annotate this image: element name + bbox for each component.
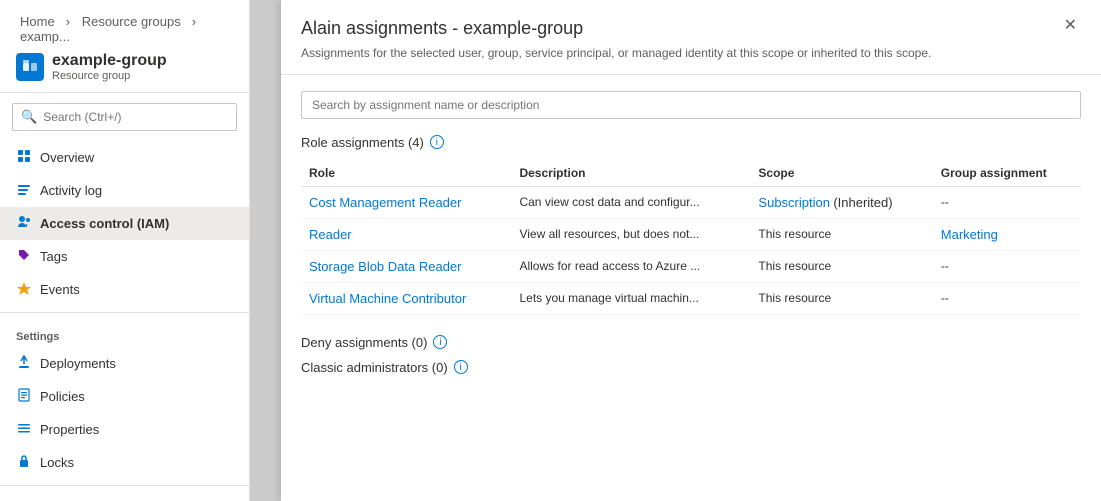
deny-assignments-section: Deny assignments (0) i: [301, 335, 1081, 350]
classic-administrators-section: Classic administrators (0) i: [301, 360, 1081, 375]
col-role: Role: [301, 160, 511, 187]
table-row: Virtual Machine Contributor Lets you man…: [301, 282, 1081, 314]
cost-section-label: Cost Management: [0, 492, 249, 501]
sidebar-item-access-control-label: Access control (IAM): [40, 216, 169, 231]
search-input[interactable]: [43, 110, 228, 124]
policies-icon: [16, 388, 32, 405]
table-row: Reader View all resources, but does not.…: [301, 218, 1081, 250]
group-2: --: [933, 250, 1081, 282]
group-0: --: [933, 186, 1081, 218]
sidebar-item-overview[interactable]: Overview: [0, 141, 249, 174]
resource-group-title: example-group Resource group: [16, 52, 233, 82]
dialog-header: Alain assignments - example-group Assign…: [281, 0, 1101, 75]
col-description: Description: [511, 160, 750, 187]
sidebar-item-properties[interactable]: Properties: [0, 413, 249, 446]
sidebar-item-access-control[interactable]: Access control (IAM): [0, 207, 249, 240]
scope-link-0[interactable]: Subscription: [758, 195, 830, 210]
sidebar-header: Home › Resource groups › examp... exampl…: [0, 0, 249, 93]
resource-type: Resource group: [52, 70, 167, 82]
col-group: Group assignment: [933, 160, 1081, 187]
role-assignments-label: Role assignments (4): [301, 135, 424, 150]
sidebar-item-locks-label: Locks: [40, 455, 74, 470]
deployments-icon: [16, 355, 32, 372]
classic-info-icon[interactable]: i: [454, 360, 468, 374]
properties-icon: [16, 421, 32, 438]
close-button[interactable]: ✕: [1060, 18, 1081, 34]
events-icon: [16, 281, 32, 298]
scope-2: This resource: [750, 250, 932, 282]
scope-suffix-0: (Inherited): [833, 195, 892, 210]
sidebar-item-policies[interactable]: Policies: [0, 380, 249, 413]
role-link-3[interactable]: Virtual Machine Contributor: [309, 291, 466, 306]
search-icon: 🔍: [21, 109, 37, 125]
sidebar-item-deployments-label: Deployments: [40, 356, 116, 371]
description-2: Allows for read access to Azure ...: [511, 250, 750, 282]
dialog-title: Alain assignments - example-group: [301, 18, 931, 39]
breadcrumb-resource-groups[interactable]: Resource groups: [82, 14, 181, 29]
deny-info-icon[interactable]: i: [433, 335, 447, 349]
access-control-icon: [16, 215, 32, 232]
sidebar-item-tags[interactable]: Tags: [0, 240, 249, 273]
classic-administrators-label: Classic administrators (0): [301, 360, 448, 375]
description-3: Lets you manage virtual machin...: [511, 282, 750, 314]
assignment-search-input[interactable]: [301, 91, 1081, 119]
table-row: Cost Management Reader Can view cost dat…: [301, 186, 1081, 218]
settings-section-label: Settings: [0, 319, 249, 347]
sidebar: Home › Resource groups › examp... exampl…: [0, 0, 250, 501]
role-assignments-table: Role Description Scope Group assignment …: [301, 160, 1081, 315]
role-link-1[interactable]: Reader: [309, 227, 352, 242]
sidebar-item-deployments[interactable]: Deployments: [0, 347, 249, 380]
role-assignments-section: Role assignments (4) i: [301, 135, 1081, 150]
scope-3: This resource: [750, 282, 932, 314]
tags-icon: [16, 248, 32, 265]
breadcrumb-current: examp...: [20, 29, 70, 44]
table-row: Storage Blob Data Reader Allows for read…: [301, 250, 1081, 282]
role-assignments-info-icon[interactable]: i: [430, 135, 444, 149]
group-3: --: [933, 282, 1081, 314]
sidebar-item-activity-log-label: Activity log: [40, 183, 102, 198]
sidebar-item-events-label: Events: [40, 282, 80, 297]
sidebar-item-properties-label: Properties: [40, 422, 99, 437]
sidebar-item-tags-label: Tags: [40, 249, 67, 264]
sidebar-item-events[interactable]: Events: [0, 273, 249, 306]
primary-nav: Overview Activity log Access control (IA…: [0, 141, 249, 306]
sidebar-item-overview-label: Overview: [40, 150, 94, 165]
dialog-body: Role assignments (4) i Role Description …: [281, 75, 1101, 501]
resource-group-icon: [16, 53, 44, 81]
scope-0: Subscription (Inherited): [750, 186, 932, 218]
sidebar-item-activity-log[interactable]: Activity log: [0, 174, 249, 207]
scope-1: This resource: [750, 218, 932, 250]
settings-nav: Deployments Policies Properties Locks: [0, 347, 249, 479]
search-box[interactable]: 🔍: [12, 103, 237, 131]
activity-log-icon: [16, 182, 32, 199]
dialog-overlay: Alain assignments - example-group Assign…: [250, 0, 1101, 501]
sidebar-item-locks[interactable]: Locks: [0, 446, 249, 479]
role-link-2[interactable]: Storage Blob Data Reader: [309, 259, 461, 274]
breadcrumb-home[interactable]: Home: [20, 14, 55, 29]
description-0: Can view cost data and configur...: [511, 186, 750, 218]
main-area: Alain assignments - example-group Assign…: [250, 0, 1101, 501]
description-1: View all resources, but does not...: [511, 218, 750, 250]
sidebar-item-policies-label: Policies: [40, 389, 85, 404]
col-scope: Scope: [750, 160, 932, 187]
locks-icon: [16, 454, 32, 471]
deny-assignments-label: Deny assignments (0): [301, 335, 427, 350]
overview-icon: [16, 149, 32, 166]
resource-name: example-group: [52, 52, 167, 70]
breadcrumb: Home › Resource groups › examp...: [16, 14, 233, 44]
group-link-1[interactable]: Marketing: [941, 227, 998, 242]
role-link-0[interactable]: Cost Management Reader: [309, 195, 461, 210]
dialog-subtitle: Assignments for the selected user, group…: [301, 45, 931, 62]
dialog-panel: Alain assignments - example-group Assign…: [281, 0, 1101, 501]
